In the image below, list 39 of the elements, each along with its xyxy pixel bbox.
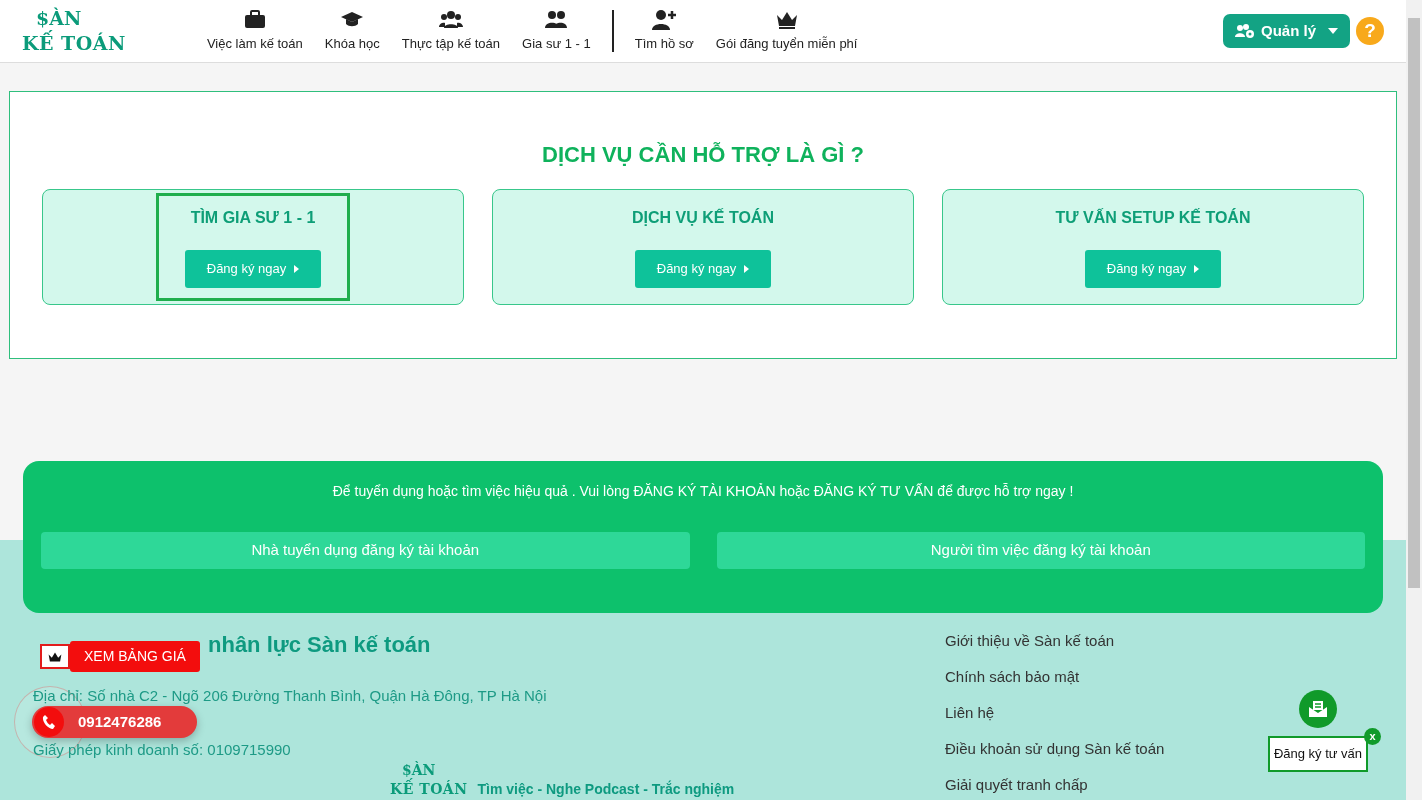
users-gear-icon <box>1235 24 1255 38</box>
card-title: TÌM GIA SƯ 1 - 1 <box>190 207 316 229</box>
logo-text: KẾ TOÁN <box>390 779 468 798</box>
footer-link[interactable]: Giới thiệu về Sàn kế toán <box>945 632 1115 650</box>
users-icon <box>544 8 569 31</box>
crown-icon <box>40 644 70 669</box>
footer-link[interactable]: Giải quyết tranh chấp <box>945 776 1088 794</box>
caret-right-icon <box>744 265 750 273</box>
briefcase-icon <box>242 8 267 31</box>
phone-button[interactable]: 0912476286 <box>32 706 197 738</box>
footer-link[interactable]: Liên hệ <box>945 704 995 722</box>
nav-link[interactable]: Gói đăng tuyển miễn phí <box>704 8 869 54</box>
nav-link[interactable]: Thực tập kế toán <box>390 8 512 54</box>
caret-icon <box>1328 28 1338 34</box>
caret-right-icon <box>294 265 300 273</box>
company-name: nhân lực Sàn kế toán <box>208 632 431 659</box>
nav-link[interactable]: Gia sư 1 - 1 <box>511 8 602 54</box>
nav-link[interactable]: Tìm hồ sơ <box>623 8 705 54</box>
tagline: Tìm việc - Nghe Podcast - Trắc nghiệm <box>477 780 735 798</box>
contact-info: Địa chỉ: Số nhà C2 - Ngõ 206 Đường Thanh Bình, Quận Hà Đông, TP Hà Nội <box>33 687 547 706</box>
logo-text: $ÀN <box>35 6 82 30</box>
contact-info: Giấy phép kinh doanh số: 0109715990 <box>33 741 291 760</box>
cta-message: Để tuyển dụng hoặc tìm việc hiệu quả . Vui lòng ĐĂNG KÝ TÀI KHOẢN hoặc ĐĂNG KÝ TƯ VẤN để được hỗ trợ ngay ! <box>331 482 1075 501</box>
group-icon <box>438 8 463 31</box>
price-button[interactable]: XEM BẢNG GIÁ <box>70 641 200 672</box>
nav-link[interactable]: Việc làm kế toán <box>195 8 314 54</box>
caret-right-icon <box>1194 265 1200 273</box>
consult-label[interactable]: Đăng ký tư vấn <box>1267 736 1369 772</box>
scrollbar[interactable] <box>1406 0 1422 800</box>
footer-link[interactable]: Điều khoản sử dụng Sàn kế toán <box>945 740 1165 758</box>
logo-text: $ÀN <box>402 761 436 779</box>
footer-link[interactable]: Chính sách bảo mật <box>945 668 1080 686</box>
section-title: DỊCH VỤ CẦN HỖ TRỢ LÀ GÌ ? <box>541 141 865 169</box>
nav-link[interactable]: Khóa học <box>313 8 391 54</box>
card-title: TƯ VẤN SETUP KẾ TOÁN <box>1055 207 1251 229</box>
add-user-icon <box>652 8 677 31</box>
logo-text: KẾ TOÁN <box>22 31 126 56</box>
phone-icon <box>42 714 56 730</box>
card-title: DỊCH VỤ KẾ TOÁN <box>632 207 774 229</box>
